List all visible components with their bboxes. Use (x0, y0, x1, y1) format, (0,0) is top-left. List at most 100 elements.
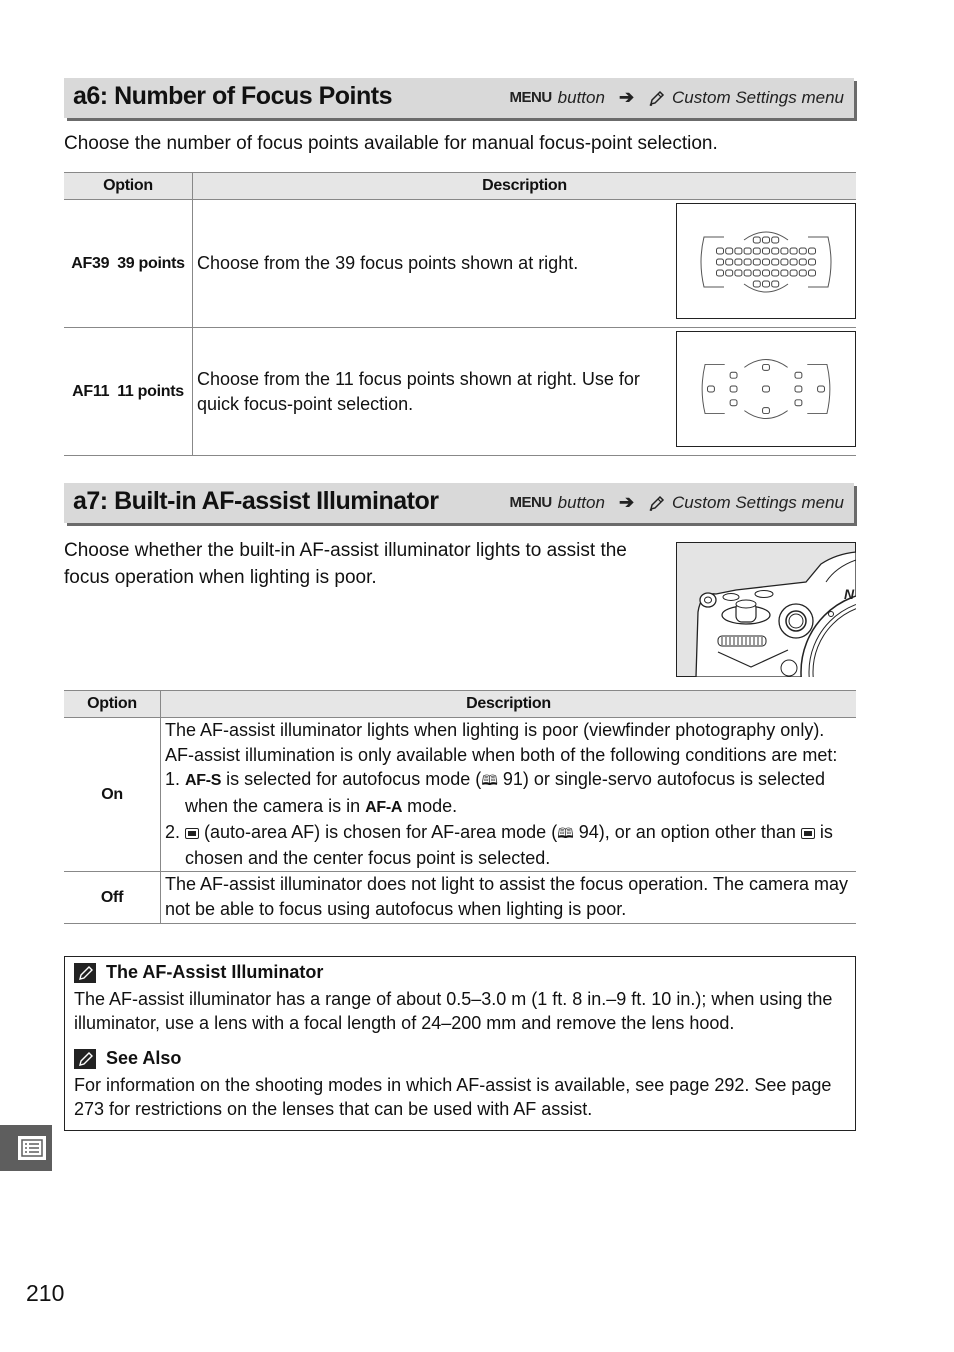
menu-name: Custom Settings menu (672, 492, 844, 512)
focus-point (780, 247, 789, 255)
option-cell: Off (64, 871, 161, 924)
section-side-tab[interactable] (0, 1125, 52, 1171)
focus-point (743, 269, 752, 277)
auto-area-af-icon (185, 828, 200, 839)
note-title: The AF-Assist Illuminator (106, 962, 324, 982)
table-row: AF39 39 points Choose from the 39 focus p… (64, 199, 856, 328)
menu-button-label: MENU (509, 494, 553, 511)
39-point-af-diagram (676, 203, 856, 319)
focus-point (734, 258, 743, 266)
page-ref[interactable]: 91 (503, 769, 523, 789)
focus-point (798, 247, 807, 255)
description-cell: Choose from the 39 focus points shown at… (192, 199, 676, 328)
focus-point (808, 269, 816, 277)
note-heading: The AF-Assist Illuminator (74, 962, 323, 983)
section-lead: Choose the number of focus points availa… (64, 133, 718, 154)
menu-path: MENU button ➔ Custom Settings menu (510, 87, 845, 108)
focus-point (725, 258, 734, 266)
item-number: 1. (165, 769, 181, 789)
focus-point (798, 258, 807, 266)
pencil-icon (649, 495, 665, 511)
focus-point (729, 385, 738, 393)
page-number: 210 (26, 1280, 65, 1306)
af39-icon: AF39 (71, 254, 110, 272)
book-icon: 🕮 (557, 825, 574, 841)
focus-point (752, 258, 761, 266)
pencil-icon (649, 90, 665, 106)
button-text: button (557, 492, 605, 512)
focus-point (789, 247, 798, 255)
focus-point (729, 371, 738, 379)
focus-point (752, 269, 761, 277)
table-row: On The AF-assist illuminator lights when… (64, 717, 856, 872)
focus-point (752, 236, 761, 244)
note-body: For information on the shooting modes in… (74, 1075, 832, 1119)
focus-point (729, 399, 738, 407)
focus-point (794, 371, 803, 379)
focus-point (762, 363, 770, 371)
focus-point (771, 236, 780, 244)
item-text: ), or an option other than (598, 822, 801, 842)
focus-point (734, 269, 743, 277)
af11-icon: AF11 (72, 382, 110, 400)
focus-point (725, 269, 734, 277)
note-pencil-icon (74, 962, 96, 983)
focus-point (752, 280, 761, 288)
focus-point (808, 247, 816, 255)
column-header-description: Description (192, 172, 856, 200)
menu-button-label: MENU (509, 89, 553, 106)
arrow-icon: ➔ (618, 87, 635, 107)
section-header-a7: a7: Built-in AF-assist Illuminator MENU … (64, 483, 854, 523)
focus-point (798, 269, 807, 277)
focus-point (789, 258, 798, 266)
arrow-icon: ➔ (618, 492, 635, 512)
option-label: 11 points (117, 382, 184, 400)
item-text: mode. (402, 795, 458, 816)
svg-text:N: N (844, 586, 855, 602)
note-body: The AF-assist illuminator has a range of… (74, 989, 833, 1033)
page-ref[interactable]: 94 (579, 822, 599, 842)
table-row: Off The AF-assist illuminator does not l… (64, 871, 856, 924)
focus-point (716, 269, 724, 277)
column-header-option: Option (64, 172, 193, 200)
note-title: See Also (106, 1048, 182, 1068)
af-s-label: AF-S (185, 772, 222, 789)
diagram-cell (676, 199, 856, 328)
column-header-description: Description (160, 690, 856, 718)
book-icon: 🕮 (481, 772, 498, 788)
focus-point (752, 247, 761, 255)
af-assist-table: Option Description On The AF-assist illu… (64, 690, 856, 924)
focus-point (808, 258, 816, 266)
focus-point (734, 247, 743, 255)
focus-point (762, 385, 770, 393)
column-header-option: Option (64, 690, 161, 718)
description-cell: Choose from the 11 focus points shown at… (192, 327, 676, 456)
focus-point (771, 258, 780, 266)
focus-point (789, 269, 798, 277)
condition-item: 1. AF-S is selected for autofocus mode (… (165, 767, 856, 820)
focus-point (817, 385, 825, 393)
focus-point (762, 280, 770, 288)
af-a-label: AF-A (365, 798, 403, 816)
focus-point (771, 247, 780, 255)
focus-point (743, 258, 752, 266)
menu-path: MENU button ➔ Custom Settings menu (510, 492, 845, 513)
option-cell: AF11 11 points (64, 327, 193, 456)
table-header-row: Option Description (64, 690, 856, 718)
option-label: 39 points (117, 254, 185, 272)
focus-point (794, 385, 803, 393)
focus-point (743, 247, 752, 255)
focus-point (762, 407, 770, 415)
button-text: button (557, 87, 605, 107)
menu-name: Custom Settings menu (672, 87, 844, 107)
focus-point (780, 269, 789, 277)
focus-point (725, 247, 734, 255)
section-title: a6: Number of Focus Points (73, 82, 392, 110)
section-lead: Choose whether the built-in AF-assist il… (64, 540, 627, 588)
note-pencil-icon (74, 1048, 96, 1069)
focus-point (716, 258, 724, 266)
focus-point (707, 385, 715, 393)
condition-item: 2. (auto-area AF) is chosen for AF-area … (165, 820, 856, 870)
focus-points-table: Option Description AF39 39 points Choose … (64, 172, 856, 456)
description-intro: The AF-assist illuminator lights when li… (165, 720, 838, 765)
